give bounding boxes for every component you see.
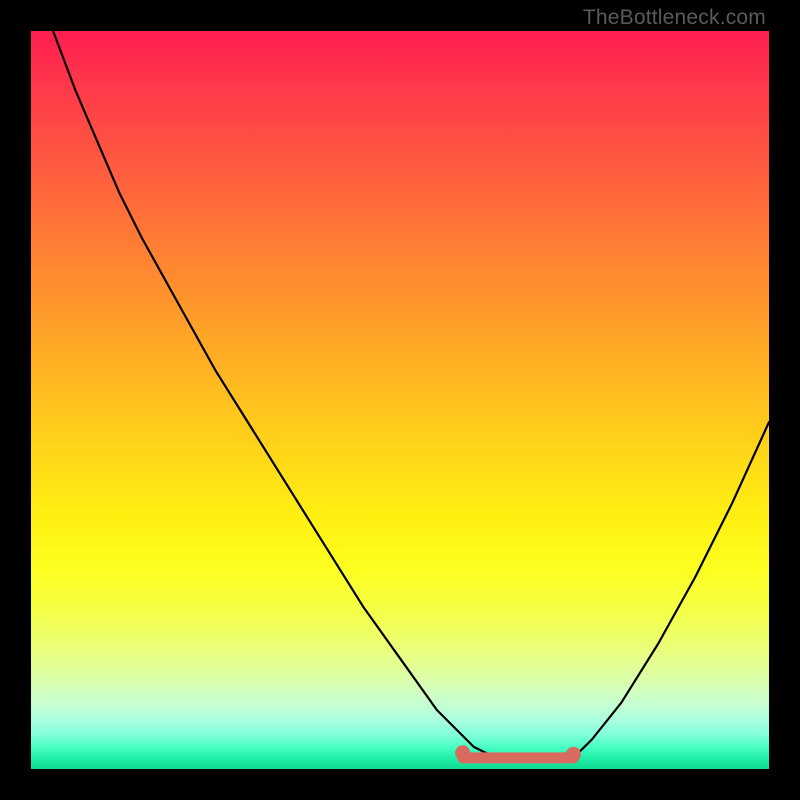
watermark-text: TheBottleneck.com xyxy=(583,6,766,30)
optimal-start-dot xyxy=(455,745,470,760)
optimal-end-dot xyxy=(566,747,581,762)
chart-svg xyxy=(31,31,769,769)
curve-path xyxy=(31,31,769,762)
chart-frame: TheBottleneck.com xyxy=(0,0,800,800)
bottleneck-curve xyxy=(31,31,769,762)
plot-area xyxy=(31,31,769,769)
